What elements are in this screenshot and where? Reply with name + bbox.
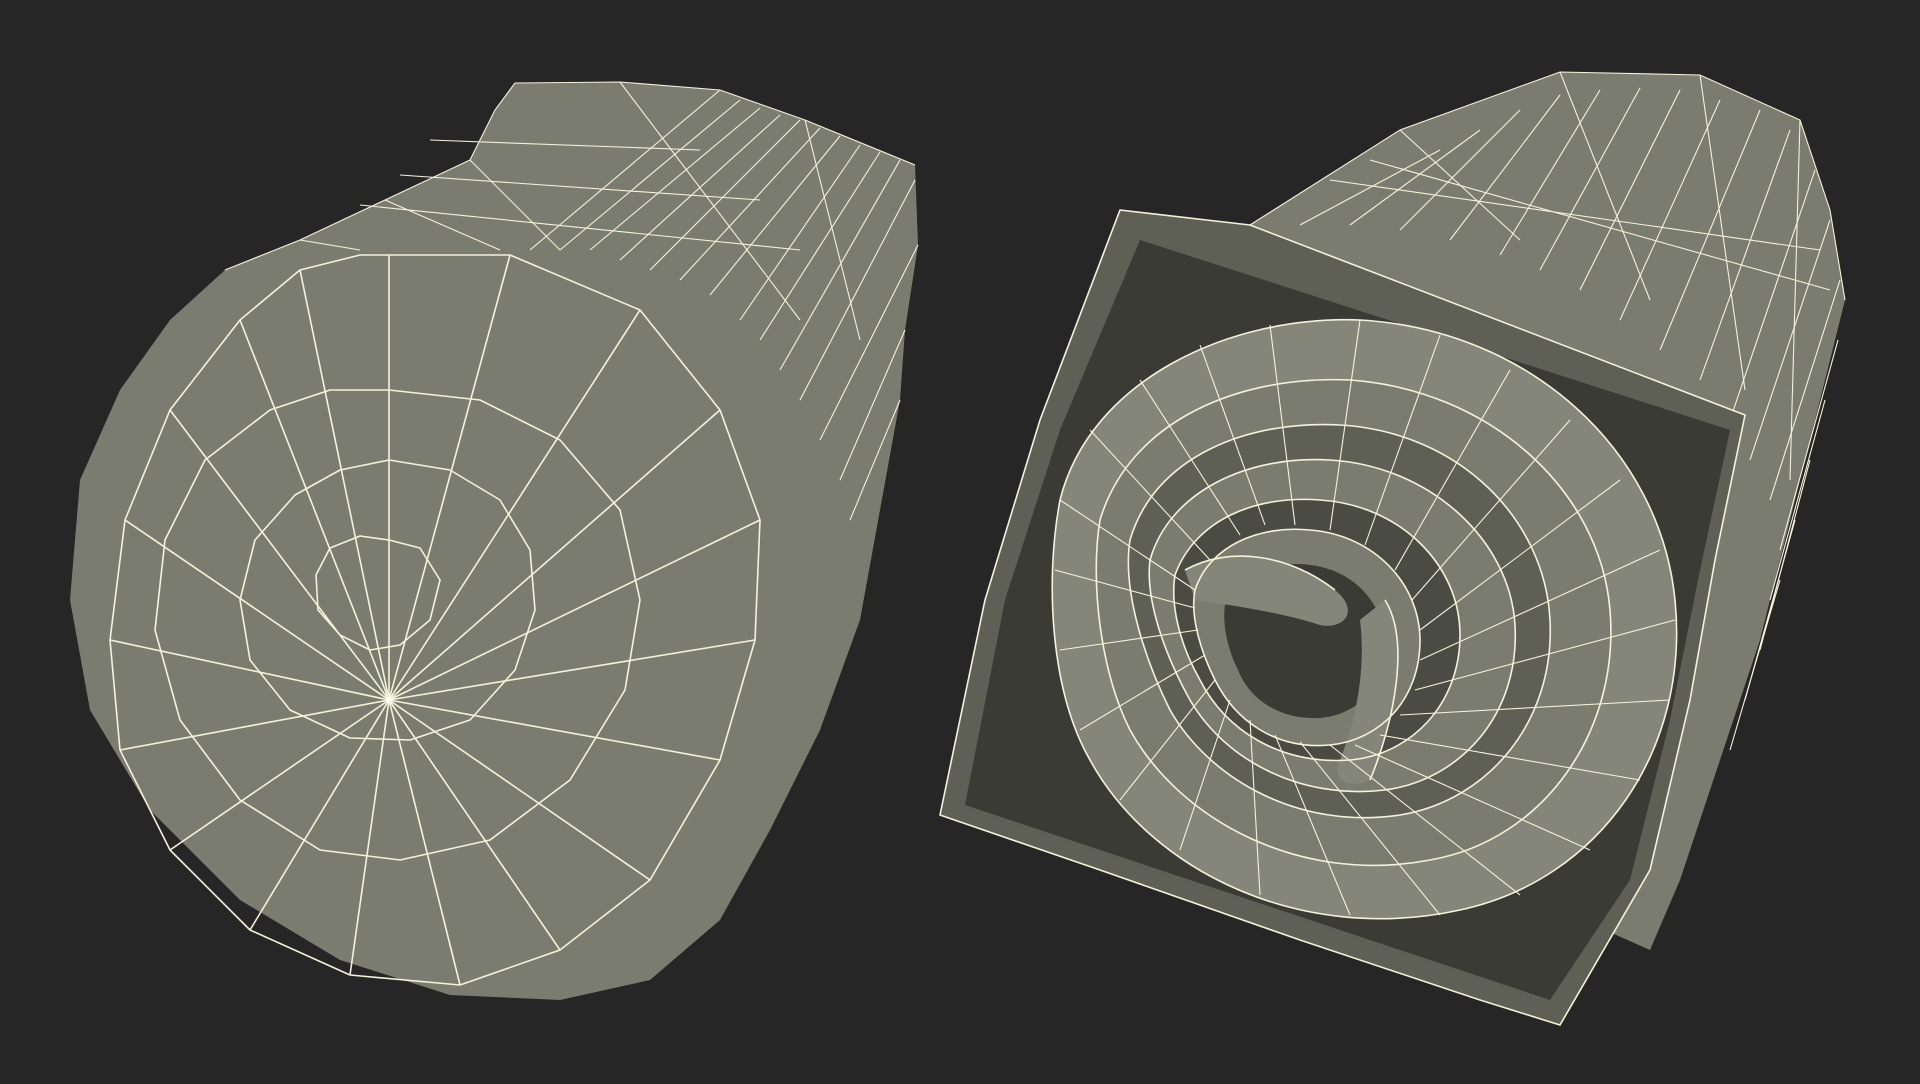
rolled-mat-spiral-view [939,71,1846,1026]
end-cap-center-vertex [386,697,392,703]
rolled-mat-end-cap-view [70,81,919,1000]
roll-body-left [70,82,918,1000]
wireframe-render-viewport [0,0,1920,1080]
